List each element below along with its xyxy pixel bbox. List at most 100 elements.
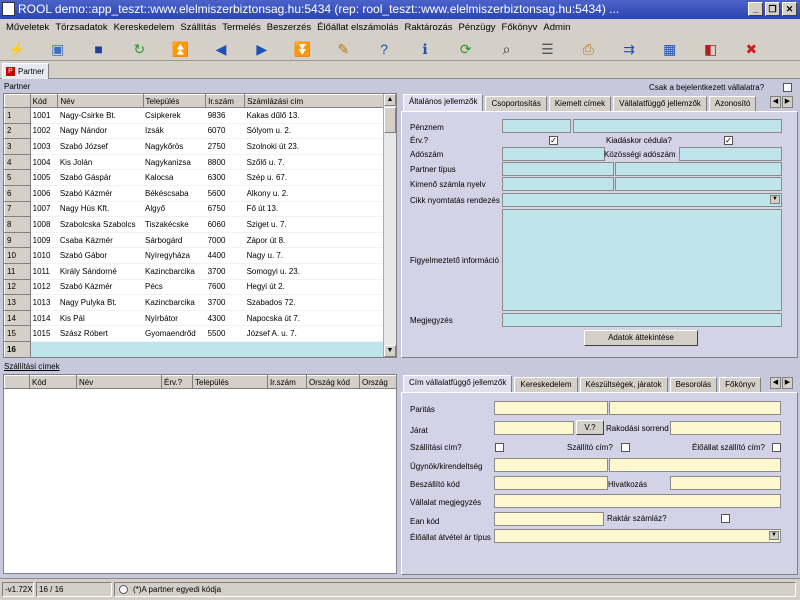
figyelmezteto-textarea[interactable] bbox=[502, 209, 782, 311]
table-row[interactable]: 13 1013 Nagy Pulyka Bt. Kazincbarcika 3700 Sz… bbox=[4, 294, 396, 311]
table-cell[interactable]: Szőlő u. 7. bbox=[244, 154, 396, 171]
radio-icon[interactable] bbox=[119, 585, 128, 594]
table-cell[interactable]: 6300 bbox=[205, 169, 245, 186]
kiadaskor-cedula-checkbox[interactable]: ✓ bbox=[724, 136, 733, 145]
table-cell[interactable]: 1001 bbox=[30, 107, 58, 124]
penznem-code-field[interactable] bbox=[502, 119, 571, 133]
table-cell[interactable] bbox=[205, 341, 245, 357]
rakodasi-sorrend-field[interactable] bbox=[670, 421, 781, 435]
shipping-column-header[interactable]: Kód bbox=[29, 375, 77, 389]
tab[interactable]: Készültségek, járatok bbox=[579, 377, 668, 392]
table-cell[interactable]: 4400 bbox=[205, 247, 245, 264]
table-cell[interactable]: 1006 bbox=[30, 185, 58, 202]
refresh-icon[interactable]: ↻ bbox=[128, 38, 150, 59]
table-cell[interactable]: 1007 bbox=[30, 201, 58, 218]
info-icon[interactable]: ℹ bbox=[414, 38, 436, 59]
table-row[interactable]: 12 1012 Szabó Kázmér Pécs 7600 Hegyi út 2. bbox=[4, 278, 396, 296]
table-cell[interactable]: 5500 bbox=[205, 325, 245, 342]
table-cell[interactable]: Nagykanizsa bbox=[143, 154, 206, 171]
partner-column-header[interactable] bbox=[4, 94, 31, 108]
shipping-column-header[interactable]: Érv.? bbox=[161, 375, 193, 389]
table-cell[interactable]: Szabados 72. bbox=[244, 294, 396, 311]
table-cell[interactable]: Nagy u. 7. bbox=[244, 247, 396, 264]
table-cell[interactable]: Nagykőrös bbox=[143, 138, 206, 155]
table-cell[interactable]: 1013 bbox=[30, 294, 58, 311]
ugynok-name-field[interactable] bbox=[609, 458, 781, 472]
table-cell[interactable]: 3700 bbox=[205, 263, 245, 280]
table-cell[interactable]: 7600 bbox=[205, 279, 245, 296]
table-cell[interactable]: 7000 bbox=[205, 232, 245, 249]
minimize-button[interactable]: _ bbox=[748, 2, 763, 16]
tab[interactable]: Cím vállalatfüggő jellemzők bbox=[403, 375, 513, 392]
table-cell[interactable]: 1011 bbox=[30, 263, 58, 280]
table-cell[interactable]: Pécs bbox=[143, 279, 206, 296]
table-cell[interactable]: 1003 bbox=[30, 138, 58, 155]
table-row[interactable]: 2 1002 Nagy Nándor Izsák 6070 Sólyom u. 2. bbox=[4, 122, 396, 140]
next-record-icon[interactable]: ▶ bbox=[251, 38, 273, 59]
table-cell[interactable]: Kazincbarcika bbox=[143, 294, 206, 311]
table-cell[interactable]: Szolnoki út 23. bbox=[244, 138, 396, 155]
table-icon[interactable]: ▦ bbox=[659, 38, 681, 59]
window-icon[interactable]: ◧ bbox=[700, 38, 722, 59]
scroll-down-arrow-icon[interactable]: ▼ bbox=[384, 345, 396, 357]
paritas-code-field[interactable] bbox=[494, 401, 608, 415]
table-cell[interactable]: 1014 bbox=[30, 310, 58, 327]
eloallat-atvetel-select[interactable]: ▼ bbox=[494, 529, 781, 543]
table-cell[interactable]: Kis Jolán bbox=[57, 154, 144, 171]
table-cell[interactable]: 1008 bbox=[30, 216, 58, 233]
lightning-icon[interactable]: ⚡ bbox=[6, 38, 28, 59]
exit-icon[interactable]: ✖ bbox=[740, 38, 762, 59]
table-cell[interactable]: 3700 bbox=[205, 294, 245, 311]
tab-scroll-left-icon[interactable]: ◀ bbox=[770, 96, 781, 108]
megjegyzes-field[interactable] bbox=[502, 313, 782, 327]
raktar-szamlaz-checkbox[interactable] bbox=[721, 514, 730, 523]
table-cell[interactable]: 1009 bbox=[30, 232, 58, 249]
vallalat-megjegyzes-field[interactable] bbox=[494, 494, 781, 508]
partner-column-header[interactable]: Kód bbox=[29, 94, 59, 108]
szallito-cim-checkbox[interactable] bbox=[621, 443, 630, 452]
table-row[interactable]: 4 1004 Kis Jolán Nagykanizsa 8800 Szőlő u. 7. bbox=[4, 153, 396, 171]
tab[interactable]: Vállalatfüggő jellemzők bbox=[613, 96, 707, 111]
table-cell[interactable] bbox=[57, 341, 144, 357]
table-cell[interactable]: Csaba Kázmér bbox=[57, 232, 144, 249]
table-row[interactable]: 14 1014 Kis Pál Nyírbátor 4300 Napocska út 7. bbox=[4, 309, 396, 327]
menu-item[interactable]: Beszerzés bbox=[264, 22, 314, 33]
help-icon[interactable]: ? bbox=[373, 38, 395, 59]
table-cell[interactable] bbox=[244, 341, 396, 357]
company-tab-scroll-left-icon[interactable]: ◀ bbox=[770, 377, 781, 389]
ean-kod-field[interactable] bbox=[494, 512, 604, 526]
menu-item[interactable]: Műveletek bbox=[3, 22, 52, 33]
table-row[interactable]: 8 1008 Szabolcska Szabolcs Tiszakécske 6060 S… bbox=[4, 216, 396, 233]
close-button[interactable]: ✕ bbox=[782, 2, 797, 16]
table-cell[interactable]: 4300 bbox=[205, 310, 245, 327]
shipping-column-header[interactable]: Ország kód bbox=[306, 375, 360, 389]
tab[interactable]: Általános jellemzők bbox=[403, 94, 484, 111]
table-cell[interactable]: Szász Róbert bbox=[57, 325, 144, 342]
menu-item[interactable]: Szállítás bbox=[177, 22, 219, 33]
table-cell[interactable]: Kis Pál bbox=[57, 310, 144, 327]
table-cell[interactable]: Hegyi út 2. bbox=[244, 279, 396, 296]
menu-item[interactable]: Pénzügy bbox=[456, 22, 499, 33]
partner-column-header[interactable]: Ir.szám bbox=[205, 94, 246, 108]
ugynok-code-field[interactable] bbox=[494, 458, 608, 472]
table-cell[interactable]: 9836 bbox=[205, 107, 245, 124]
tab[interactable]: Besorolás bbox=[669, 377, 718, 392]
table-cell[interactable]: Algyő bbox=[143, 201, 206, 218]
sync-icon[interactable]: ⟳ bbox=[455, 38, 477, 59]
table-cell[interactable]: 8800 bbox=[205, 154, 245, 171]
export-icon[interactable]: ⇉ bbox=[618, 38, 640, 59]
company-tab-scroll-right-icon[interactable]: ▶ bbox=[782, 377, 793, 389]
table-cell[interactable]: Szép u. 67. bbox=[244, 169, 396, 186]
table-cell[interactable]: 5600 bbox=[205, 185, 245, 202]
last-record-icon[interactable]: ⏬ bbox=[292, 38, 314, 59]
cikk-nyomtatas-select[interactable]: ▼ bbox=[502, 193, 782, 207]
table-cell[interactable]: Sólyom u. 2. bbox=[244, 123, 396, 140]
v-button[interactable]: V.? bbox=[576, 420, 604, 435]
tab[interactable]: Kereskedelem bbox=[514, 377, 578, 392]
partner-column-header[interactable]: Név bbox=[57, 94, 144, 108]
table-cell[interactable]: 1015 bbox=[30, 325, 58, 342]
table-cell[interactable]: Kalocsa bbox=[143, 169, 206, 186]
previous-record-icon[interactable]: ◀ bbox=[210, 38, 232, 59]
table-row[interactable]: 3 1003 Szabó József Nagykőrös 2750 Szolnoki ú… bbox=[4, 138, 396, 155]
table-cell[interactable]: Szabó Kázmér bbox=[57, 279, 144, 296]
